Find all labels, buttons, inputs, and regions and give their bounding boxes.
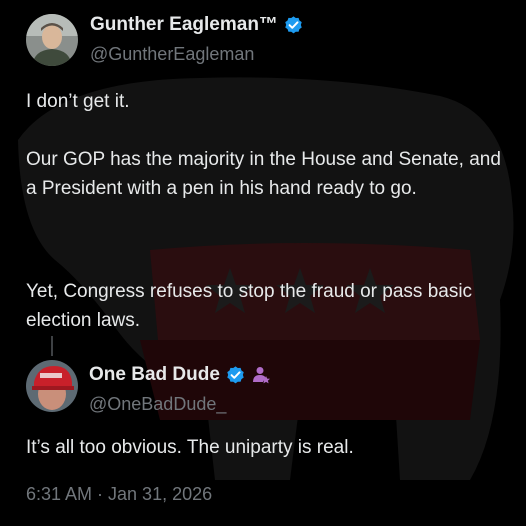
avatar[interactable] <box>26 360 78 412</box>
avatar[interactable] <box>26 14 78 66</box>
author-name-row[interactable]: Gunther Eagleman™ <box>90 14 304 36</box>
verified-badge-icon[interactable] <box>225 365 246 386</box>
affiliate-person-icon[interactable] <box>251 365 271 385</box>
author-name-row[interactable]: One Bad Dude <box>89 364 271 386</box>
display-name[interactable]: One Bad Dude <box>89 364 220 386</box>
author-handle[interactable]: @OneBadDude_ <box>89 394 226 415</box>
reply-text: It’s all too obvious. The uniparty is re… <box>26 437 354 458</box>
tweet-thread: Gunther Eagleman™ @GuntherEagleman I don… <box>0 0 526 526</box>
tweet-paragraph: Yet, Congress refuses to stop the fraud … <box>26 281 473 331</box>
tweet-paragraph: I don’t get it. <box>26 91 130 112</box>
thread-connector-line <box>51 336 53 356</box>
verified-badge-icon[interactable] <box>283 15 304 36</box>
display-name[interactable]: Gunther Eagleman™ <box>90 14 278 36</box>
tweet-paragraph: Our GOP has the majority in the House an… <box>26 149 501 199</box>
tweet-timestamp[interactable]: 6:31 AM · Jan 31, 2026 <box>26 484 212 505</box>
user-avatar-image <box>26 360 78 412</box>
author-handle[interactable]: @GuntherEagleman <box>90 44 254 65</box>
user-avatar-image <box>26 14 78 66</box>
